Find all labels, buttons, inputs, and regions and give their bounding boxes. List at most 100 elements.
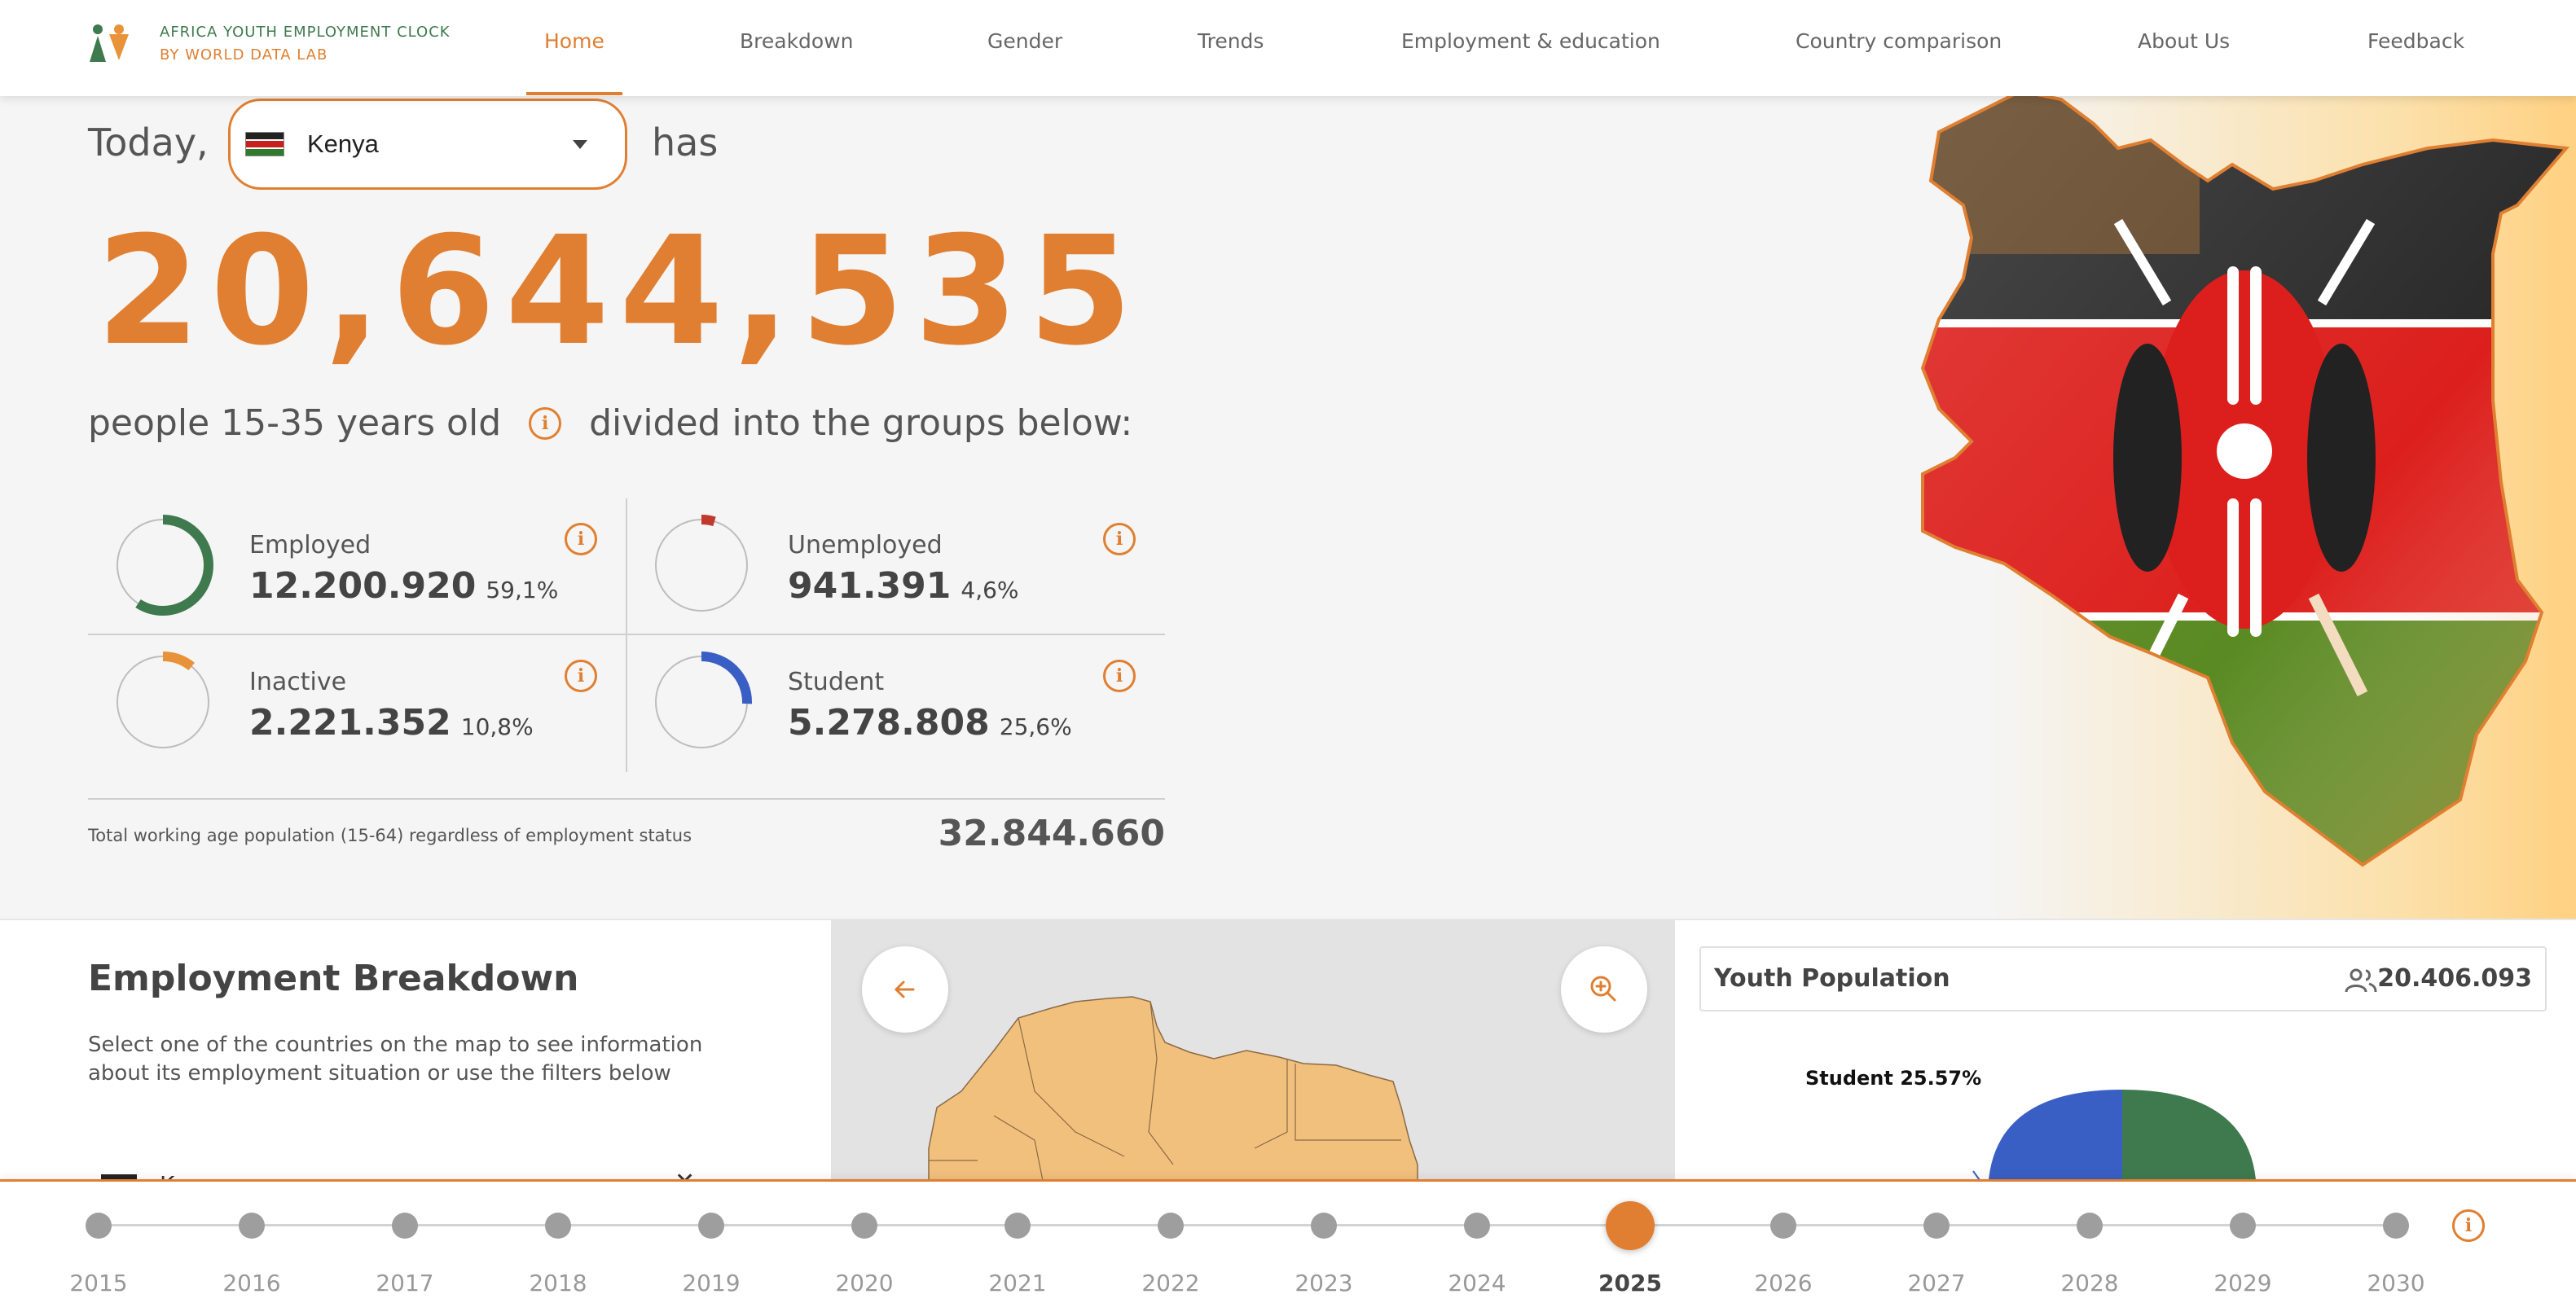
breakdown-description: Select one of the countries on the map t… [88,1033,703,1086]
youth-population-title: Youth Population [1714,964,1950,993]
groups-grid: Employed 12.200.920 59,1% i Unemployed 94… [88,498,1165,772]
group-pct: 59,1% [486,577,559,603]
timeline-dot-2024[interactable] [1464,1213,1490,1239]
youth-population-pie[interactable] [1972,1065,2257,1196]
timeline-dot-2015[interactable] [86,1213,112,1239]
people-suffix: divided into the groups below: [589,402,1133,444]
timeline-year-2021[interactable]: 2021 [977,1270,1058,1296]
nav-active-indicator [526,92,622,95]
timeline-dot-2022[interactable] [1158,1213,1184,1239]
kenya-map-flag-image [1920,96,2569,867]
info-icon[interactable]: i [529,406,562,440]
country-select[interactable]: Kenya [228,99,627,190]
timeline-year-2020[interactable]: 2020 [824,1270,905,1296]
timeline-year-2016[interactable]: 2016 [211,1270,292,1296]
timeline-year-2030[interactable]: 2030 [2355,1270,2437,1296]
timeline-dot-2017[interactable] [392,1213,418,1239]
group-label: Employed [249,531,371,559]
group-unemployed: Unemployed 941.391 4,6% i [626,498,1165,634]
timeline-dot-2019[interactable] [698,1213,724,1239]
timeline-year-2018[interactable]: 2018 [517,1270,599,1296]
africa-map[interactable] [831,920,1675,1181]
employed-ring [112,515,213,616]
nav-breakdown[interactable]: Breakdown [740,29,854,53]
timeline-year-2027[interactable]: 2027 [1896,1270,1977,1296]
info-icon[interactable]: i [565,523,597,555]
pie-label-student: Student 25.57% [1805,1067,1982,1090]
back-button[interactable] [862,946,948,1033]
timeline-year-2029[interactable]: 2029 [2202,1270,2284,1296]
has-label: has [652,121,719,165]
brand-line-1: AFRICA YOUTH EMPLOYMENT CLOCK [160,24,451,41]
youth-population-card: Youth Population 20.406.093 [1699,946,2547,1011]
youth-population-value: 20.406.093 [2377,964,2532,993]
africa-map-shape [928,996,1418,1181]
timeline-dot-2026[interactable] [1770,1213,1796,1239]
brand-line-2: BY WORLD DATA LAB [160,46,328,64]
timeline-dot-2020[interactable] [851,1213,877,1239]
timeline-dot-2029[interactable] [2230,1213,2256,1239]
timeline-dot-2027[interactable] [1923,1213,1950,1239]
group-inactive: Inactive 2.221.352 10,8% i [88,635,626,770]
timeline-dot-2021[interactable] [1004,1213,1031,1239]
today-label: Today, [88,121,209,165]
youth-count: 20,644,535 [96,204,1143,379]
zoom-in-icon [1590,976,1616,1002]
group-label: Unemployed [788,531,943,559]
group-value: 12.200.920 59,1% [249,565,559,607]
group-pct: 4,6% [961,577,1019,603]
timeline-dot-2023[interactable] [1311,1213,1337,1239]
inactive-ring [112,652,213,752]
group-employed: Employed 12.200.920 59,1% i [88,498,626,634]
users-icon [2345,968,2377,993]
total-population-value: 32.844.660 [938,813,1165,854]
year-timeline: 2015 2016 2017 2018 2019 2020 2021 2022 2023 2024… [0,1179,2576,1303]
timeline-year-2028[interactable]: 2028 [2049,1270,2130,1296]
breakdown-title: Employment Breakdown [88,958,579,999]
country-select-value: Kenya [307,129,379,158]
nav-feedback[interactable]: Feedback [2367,29,2464,53]
info-icon[interactable]: i [2452,1209,2485,1242]
zoom-button[interactable] [1561,946,1647,1033]
info-icon[interactable]: i [1103,523,1136,555]
group-label: Student [788,668,885,696]
group-pct: 25,6% [999,713,1072,740]
timeline-dot-2030[interactable] [2383,1213,2409,1239]
total-population-label: Total working age population (15-64) reg… [88,826,692,845]
info-icon[interactable]: i [1103,660,1136,692]
group-student: Student 5.278.808 25,6% i [626,635,1165,770]
nav-gender[interactable]: Gender [987,29,1062,53]
timeline-year-2015[interactable]: 2015 [58,1270,139,1296]
group-value: 5.278.808 25,6% [788,702,1072,744]
nav-about-us[interactable]: About Us [2138,29,2230,53]
top-navbar: AFRICA YOUTH EMPLOYMENT CLOCK BY WORLD D… [0,0,2576,96]
brand-logo[interactable]: AFRICA YOUTH EMPLOYMENT CLOCK BY WORLD D… [86,21,451,67]
timeline-dot-2028[interactable] [2077,1213,2103,1239]
unemployed-ring [651,515,752,616]
logo-mark-icon [86,23,138,65]
timeline-year-2019[interactable]: 2019 [670,1270,752,1296]
group-value: 941.391 4,6% [788,565,1019,607]
group-pct: 10,8% [460,713,534,740]
timeline-year-2025[interactable]: 2025 [1589,1270,1671,1296]
timeline-year-2017[interactable]: 2017 [364,1270,446,1296]
timeline-year-2022[interactable]: 2022 [1130,1270,1211,1296]
people-line: people 15-35 years old i divided into th… [88,402,1132,444]
nav-employment-education[interactable]: Employment & education [1401,29,1660,53]
nav-country-comparison[interactable]: Country comparison [1796,29,2002,53]
student-ring [651,652,752,752]
timeline-year-2026[interactable]: 2026 [1743,1270,1824,1296]
group-label: Inactive [249,668,347,696]
lower-section: Employment Breakdown Select one of the c… [0,919,2576,1198]
people-prefix: people 15-35 years old [88,402,502,444]
timeline-dot-2016[interactable] [239,1213,265,1239]
info-icon[interactable]: i [565,660,597,692]
nav-trends[interactable]: Trends [1198,29,1264,53]
caret-down-icon [573,140,587,149]
nav-home[interactable]: Home [544,29,604,53]
timeline-year-2024[interactable]: 2024 [1436,1270,1518,1296]
timeline-dot-2025[interactable] [1606,1201,1655,1250]
group-value: 2.221.352 10,8% [249,702,534,744]
timeline-year-2023[interactable]: 2023 [1283,1270,1365,1296]
timeline-dot-2018[interactable] [545,1213,571,1239]
